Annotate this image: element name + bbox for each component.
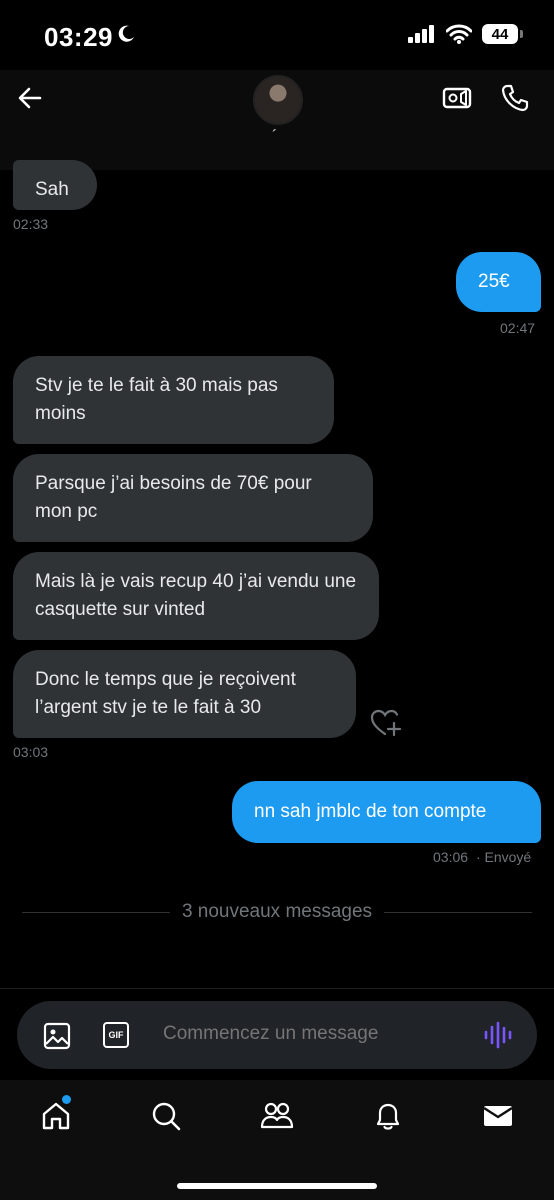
heart-plus-icon[interactable] — [370, 708, 402, 738]
message-timestamp: 03:06 · Envoyé — [433, 849, 531, 865]
contact-name[interactable]: ´ — [272, 128, 277, 146]
message-bubble-out[interactable]: 25€ — [456, 252, 541, 312]
message-timestamp: 02:33 — [13, 216, 49, 232]
message-bubble-out[interactable]: nn sah jmblc de ton compte — [232, 781, 541, 843]
voice-wave-icon[interactable] — [483, 1021, 513, 1049]
bottom-tab-bar — [0, 1080, 554, 1200]
message-thread: Sah 02:33 25€ 02:47 Stv je te le fait à … — [0, 160, 554, 990]
message-bubble-in[interactable]: Sah — [13, 160, 97, 210]
search-icon[interactable] — [150, 1100, 182, 1132]
new-messages-label: 3 nouveaux messages — [169, 901, 385, 922]
new-messages-divider[interactable]: 3 nouveaux messages — [0, 901, 554, 923]
bell-icon[interactable] — [372, 1100, 404, 1132]
message-bubble-in[interactable]: Parsque j’ai besoins de 70€ pour mon pc — [13, 454, 373, 542]
message-timestamp: 02:47 — [500, 320, 536, 336]
message-bubble-in[interactable]: Donc le temps que je reçoivent l’argent … — [13, 650, 356, 738]
home-icon[interactable] — [40, 1100, 72, 1132]
wifi-icon — [446, 24, 472, 44]
battery-indicator: 44 — [482, 24, 523, 44]
message-bubble-in[interactable]: Mais là je vais recup 40 j’ai vendu une … — [13, 552, 379, 640]
communities-icon[interactable] — [260, 1100, 294, 1132]
mail-icon[interactable] — [482, 1100, 514, 1132]
moon-icon — [118, 25, 134, 42]
video-call-icon[interactable] — [442, 84, 472, 112]
home-indicator — [177, 1183, 377, 1189]
conversation-header: ´ — [0, 70, 554, 170]
back-arrow-icon[interactable] — [16, 84, 44, 112]
sent-status: · Envoyé — [475, 849, 532, 865]
message-bubble-in[interactable]: Stv je te le fait à 30 mais pas moins — [13, 356, 334, 444]
gif-button[interactable]: GIF — [103, 1022, 129, 1048]
gif-icon: GIF — [108, 1030, 124, 1040]
avatar[interactable] — [253, 75, 303, 125]
message-composer: GIF — [17, 1001, 537, 1069]
notification-dot — [62, 1095, 71, 1104]
composer-bar: GIF — [0, 988, 554, 1081]
status-time: 03:29 — [44, 22, 113, 52]
message-input[interactable] — [163, 1023, 463, 1045]
timestamp-time: 03:06 — [433, 849, 469, 865]
message-timestamp: 03:03 — [13, 744, 49, 760]
status-bar: 03:29 44 — [0, 0, 554, 70]
signal-icon — [408, 25, 434, 43]
phone-icon[interactable] — [500, 83, 530, 113]
image-icon[interactable] — [43, 1022, 71, 1050]
